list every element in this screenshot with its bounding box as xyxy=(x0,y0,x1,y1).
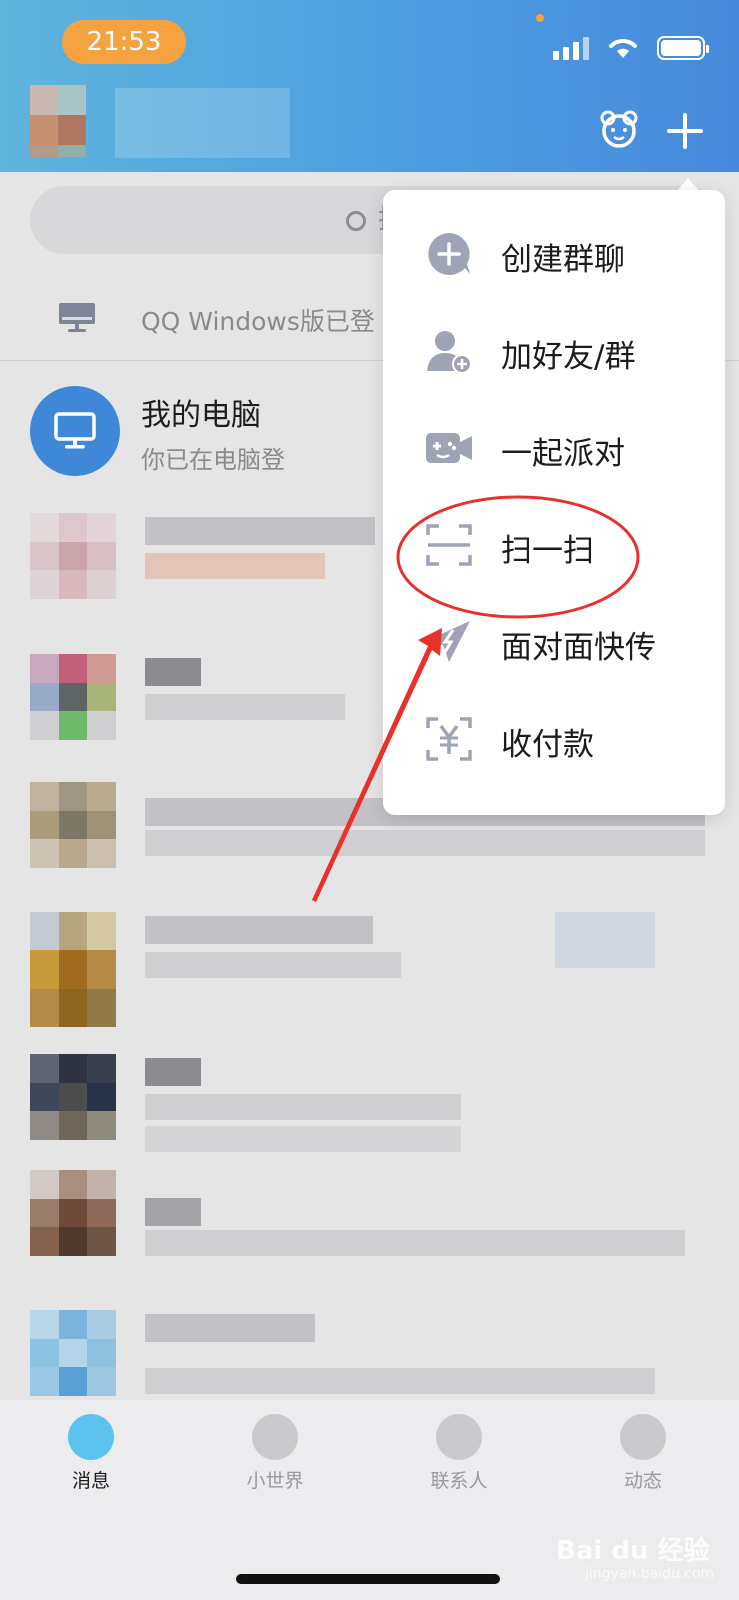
plus-icon[interactable] xyxy=(667,113,703,149)
create-group-icon xyxy=(428,233,470,275)
chat-avatar xyxy=(30,912,116,1027)
chat-avatar xyxy=(30,513,116,599)
chat-preview-blurred xyxy=(145,1368,655,1394)
top-header: 21:53 xyxy=(0,0,739,172)
tab-small-world[interactable]: 小世界 xyxy=(220,1414,330,1493)
computer-icon xyxy=(54,412,96,449)
chat-preview-blurred xyxy=(145,952,401,978)
menu-item-label: 一起派对 xyxy=(501,436,625,472)
status-time: 21:53 xyxy=(62,20,186,64)
menu-item-quick-send[interactable]: 面对面快传 xyxy=(383,594,725,692)
home-indicator[interactable] xyxy=(236,1574,500,1584)
my-computer-subtitle: 你已在电脑登 xyxy=(141,446,285,474)
profile-avatar[interactable] xyxy=(30,85,86,157)
chat-avatar xyxy=(30,1170,116,1256)
chat-name-blurred xyxy=(145,517,375,545)
scan-icon xyxy=(426,524,472,566)
feed-icon xyxy=(620,1414,666,1460)
menu-item-label: 收付款 xyxy=(501,727,594,763)
menu-item-scan[interactable]: 扫一扫 xyxy=(383,497,725,595)
chat-preview-blurred xyxy=(145,830,705,856)
tab-label: 动态 xyxy=(623,1470,662,1492)
profile-name-blurred[interactable] xyxy=(115,88,290,158)
watermark-url: jingyan.baidu.com xyxy=(585,1566,715,1582)
my-computer-title[interactable]: 我的电脑 xyxy=(141,390,261,434)
tab-label: 小世界 xyxy=(246,1470,304,1492)
status-icons xyxy=(553,34,709,62)
cellular-signal-icon xyxy=(553,36,589,60)
chat-item[interactable] xyxy=(0,1054,739,1164)
add-friend-icon xyxy=(427,331,472,374)
small-world-icon xyxy=(252,1414,298,1460)
chat-avatar xyxy=(30,1054,116,1140)
menu-item-label: 扫一扫 xyxy=(501,533,594,569)
chat-preview-blurred xyxy=(145,694,345,720)
menu-item-label: 面对面快传 xyxy=(501,630,656,666)
chat-avatar xyxy=(30,1310,116,1396)
tab-contacts[interactable]: 联系人 xyxy=(404,1414,514,1493)
monitor-icon xyxy=(59,303,95,332)
my-computer-avatar[interactable] xyxy=(30,386,120,476)
bear-face-icon[interactable] xyxy=(600,110,638,148)
contacts-icon xyxy=(436,1414,482,1460)
menu-item-party[interactable]: 一起派对 xyxy=(383,400,725,498)
chat-avatar xyxy=(30,782,116,868)
tab-feed[interactable]: 动态 xyxy=(588,1414,698,1493)
chat-name-blurred xyxy=(145,916,373,944)
chat-avatar xyxy=(30,654,116,740)
chat-preview-blurred xyxy=(145,1126,461,1152)
chat-name-blurred xyxy=(145,1058,201,1086)
menu-item-payment[interactable]: 收付款 xyxy=(383,691,725,789)
plus-dropdown-menu: 创建群聊 加好友/群 一起派对 扫一扫 面对面快传 收付款 xyxy=(383,190,725,815)
pc-login-text: QQ Windows版已登 xyxy=(141,307,375,336)
tab-messages[interactable]: 消息 xyxy=(36,1414,146,1493)
wifi-icon xyxy=(609,39,637,58)
watermark-brand: Bai du 经验 xyxy=(556,1536,710,1566)
menu-item-label: 创建群聊 xyxy=(501,242,625,278)
menu-item-create-group[interactable]: 创建群聊 xyxy=(383,206,725,304)
chat-preview-blurred xyxy=(145,1230,685,1256)
tab-label: 消息 xyxy=(71,1470,110,1492)
chat-item[interactable] xyxy=(0,1170,739,1280)
messages-icon xyxy=(68,1414,114,1460)
chat-name-blurred xyxy=(145,1314,315,1342)
tab-label: 联系人 xyxy=(430,1470,488,1492)
battery-icon xyxy=(657,36,709,60)
party-game-icon xyxy=(426,433,472,463)
chat-item[interactable] xyxy=(0,912,739,1027)
menu-item-add-friend[interactable]: 加好友/群 xyxy=(383,303,725,401)
chat-name-blurred xyxy=(145,1198,201,1226)
search-icon xyxy=(345,210,366,231)
chat-meta-blurred xyxy=(555,912,655,968)
status-dot xyxy=(536,14,544,22)
chat-preview-blurred xyxy=(145,1094,461,1120)
menu-item-label: 加好友/群 xyxy=(501,339,636,375)
payment-icon xyxy=(426,717,472,761)
quick-send-icon xyxy=(428,621,470,662)
chat-preview-blurred xyxy=(145,553,325,579)
chat-name-blurred xyxy=(145,658,201,686)
